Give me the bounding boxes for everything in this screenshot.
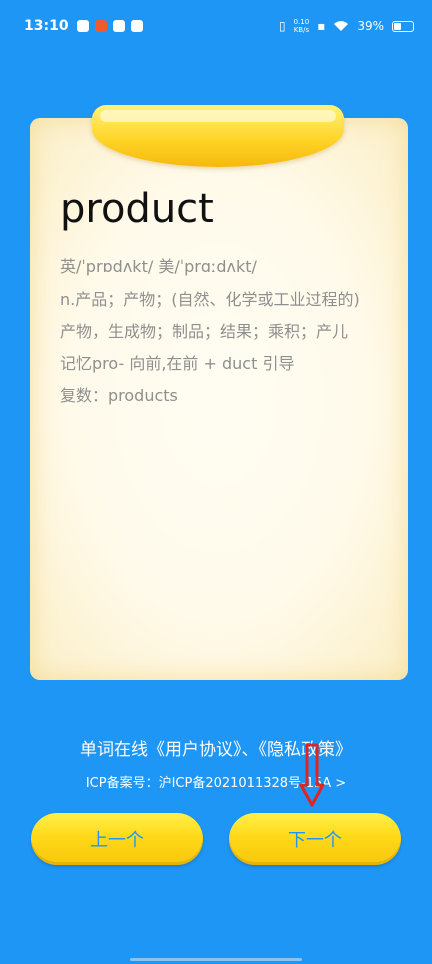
status-time: 13:10 xyxy=(24,18,69,34)
next-button[interactable]: 下一个 xyxy=(229,813,401,865)
definition-line: n.产品；产物；(自然、化学或工业过程的) xyxy=(60,290,360,309)
card-clip-shine xyxy=(100,110,336,122)
alipay-icon xyxy=(130,20,143,32)
video-app-icon xyxy=(112,20,125,32)
arrow-down-icon xyxy=(299,743,325,807)
app-notification-icon xyxy=(94,20,107,32)
agreement-links[interactable]: 单词在线《用户协议》、《隐私政策》 xyxy=(0,735,432,760)
previous-button[interactable]: 上一个 xyxy=(31,813,203,865)
app-notification-icon xyxy=(76,20,89,32)
sim-icon: ▪ xyxy=(317,19,326,33)
memory-tip: 记忆pro- 向前,在前 + duct 引导 xyxy=(60,354,295,373)
word-title: product xyxy=(60,186,214,232)
status-right: ▯ 0.10 KB/s ▪ 39% xyxy=(279,18,414,34)
battery-percent: 39% xyxy=(357,19,384,33)
definition-line: 产物，生成物；制品；结果；乘积；产儿 xyxy=(60,322,349,341)
notification-icons xyxy=(76,20,143,32)
vibrate-icon: ▯ xyxy=(278,19,286,33)
plural-form: 复数：products xyxy=(60,386,178,405)
wifi-icon xyxy=(334,21,349,31)
icp-link[interactable]: ICP备案号：沪ICP备2021011328号-15A > xyxy=(0,772,432,791)
battery-icon xyxy=(392,20,414,32)
network-speed: 0.10 KB/s xyxy=(293,18,310,34)
status-bar: 13:10 ▯ 0.10 KB/s ▪ 39% xyxy=(0,0,432,52)
home-indicator[interactable] xyxy=(130,958,302,961)
phonetic: 英/ˈprɒdʌkt/ 美/ˈprɑːdʌkt/ xyxy=(60,257,257,276)
